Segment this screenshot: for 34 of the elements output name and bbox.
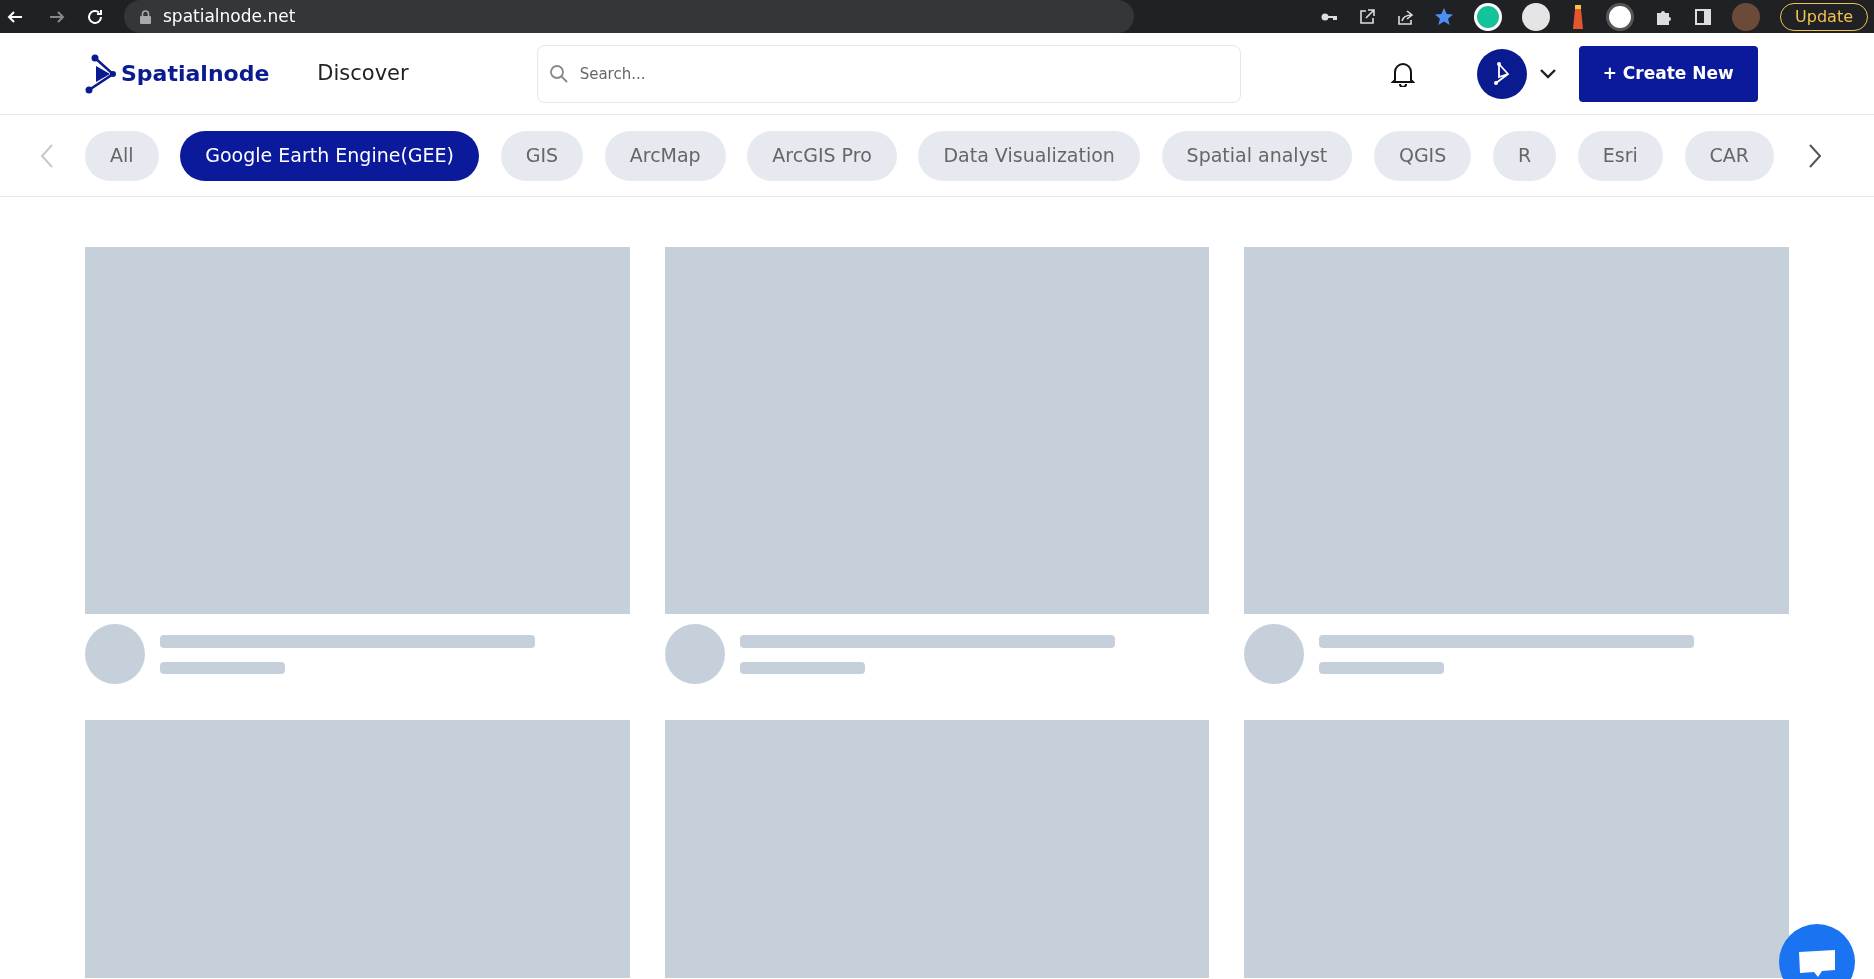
star-icon[interactable] bbox=[1434, 6, 1455, 27]
category-chip[interactable]: Esri bbox=[1577, 130, 1663, 181]
discover-link[interactable]: Discover bbox=[317, 57, 409, 90]
chevron-down-icon[interactable] bbox=[1538, 67, 1557, 80]
url-text: spatialnode.net bbox=[163, 4, 296, 28]
user-avatar[interactable] bbox=[1476, 48, 1527, 99]
brand-name: Spatialnode bbox=[121, 60, 270, 88]
reload-icon[interactable] bbox=[86, 7, 104, 26]
address-bar[interactable]: spatialnode.net bbox=[124, 0, 1134, 33]
category-chip[interactable]: Spatial analyst bbox=[1161, 130, 1353, 181]
category-chip[interactable]: QGIS bbox=[1373, 130, 1472, 181]
create-new-button[interactable]: + Create New bbox=[1578, 45, 1758, 102]
chevron-right-icon[interactable] bbox=[1808, 142, 1822, 169]
share-icon[interactable] bbox=[1396, 7, 1415, 26]
category-chip[interactable]: All bbox=[85, 130, 159, 181]
category-chip[interactable]: CAR bbox=[1684, 130, 1774, 181]
extension-icon[interactable] bbox=[1474, 2, 1503, 31]
category-chip[interactable]: Data Visualization bbox=[918, 130, 1140, 181]
extension-icon[interactable] bbox=[1606, 2, 1635, 31]
search-field[interactable]: Search... bbox=[536, 44, 1241, 103]
category-chip[interactable]: ArcMap bbox=[604, 130, 726, 181]
chat-button[interactable] bbox=[1779, 924, 1855, 979]
category-chip[interactable]: GIS bbox=[500, 130, 584, 181]
category-chip[interactable]: Google Earth Engine(GEE) bbox=[180, 130, 479, 181]
category-chip[interactable]: R bbox=[1492, 130, 1557, 181]
logo-icon bbox=[85, 53, 119, 94]
notification-bell-icon[interactable] bbox=[1390, 60, 1415, 87]
search-icon bbox=[548, 63, 569, 84]
category-chip[interactable]: ArcGIS Pro bbox=[747, 130, 897, 181]
lock-icon bbox=[140, 9, 151, 24]
side-panel-icon[interactable] bbox=[1694, 7, 1713, 26]
avatar-placeholder bbox=[85, 624, 145, 684]
extension-icon[interactable] bbox=[1522, 2, 1551, 31]
open-external-icon[interactable] bbox=[1358, 7, 1377, 26]
